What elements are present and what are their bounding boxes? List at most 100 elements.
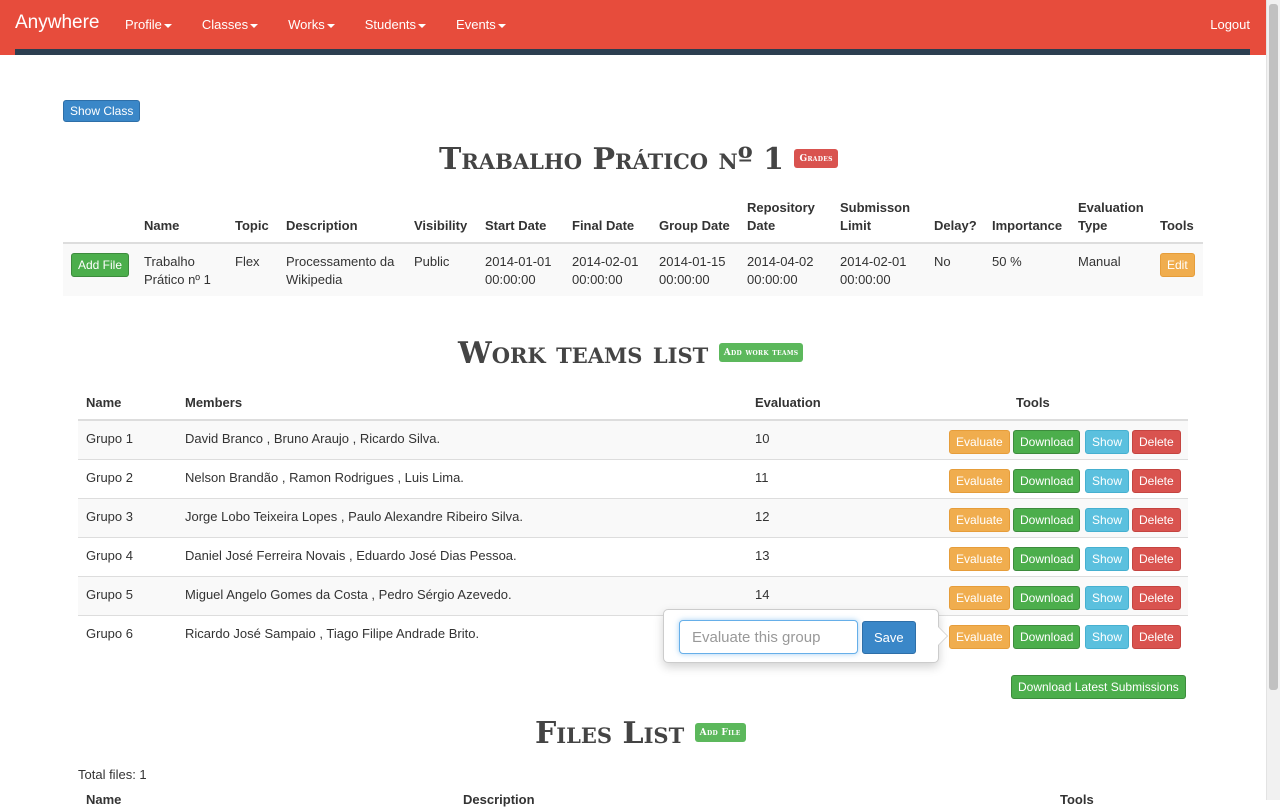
- save-evaluation-button[interactable]: Save: [862, 621, 916, 654]
- total-files-count: Total files: 1: [78, 767, 147, 782]
- show-button[interactable]: Show: [1085, 508, 1130, 532]
- brand-link[interactable]: Anywhere: [15, 12, 100, 34]
- th-description: Description: [286, 218, 358, 233]
- show-button[interactable]: Show: [1085, 625, 1130, 649]
- nav-students-label: Students: [364, 17, 417, 32]
- caret-down-icon: [418, 23, 427, 28]
- show-button[interactable]: Show: [1085, 430, 1130, 454]
- work-importance: 50 %: [992, 254, 1022, 269]
- scrollbar-thumb[interactable]: [1269, 4, 1278, 690]
- work-name-line1: Trabalho: [144, 254, 195, 269]
- team-members: Miguel Angelo Gomes da Costa , Pedro Sér…: [185, 587, 512, 602]
- team-evaluation: 12: [755, 509, 770, 524]
- th-name: Name: [144, 218, 180, 233]
- team-members: Nelson Brandão , Ramon Rodrigues , Luis …: [185, 470, 464, 485]
- teams-th-tools: Tools: [1016, 395, 1050, 410]
- work-start-date: 2014-01-01 00:00:00: [485, 253, 552, 289]
- team-name: Grupo 2: [86, 470, 133, 485]
- work-final-date-day: 2014-02-01: [572, 254, 639, 269]
- team-name: Grupo 5: [86, 587, 133, 602]
- nav-works-label: Works: [288, 17, 325, 32]
- add-file-label-button[interactable]: Add File: [694, 722, 746, 742]
- work-title-heading: Trabalho Prático nº 1 Grades: [439, 142, 838, 177]
- download-button[interactable]: Download: [1013, 547, 1081, 571]
- team-name: Grupo 6: [86, 626, 133, 641]
- nav-profile-label: Profile: [125, 17, 162, 32]
- evaluate-button[interactable]: Evaluate: [949, 469, 1010, 493]
- evaluate-group-input[interactable]: [679, 620, 858, 654]
- show-class-button[interactable]: Show Class: [63, 100, 141, 122]
- popover-arrow-fill: [938, 627, 947, 645]
- teams-th-members: Members: [185, 395, 243, 410]
- files-th-description: Description: [463, 792, 535, 807]
- team-members: Jorge Lobo Teixeira Lopes , Paulo Alexan…: [185, 509, 523, 524]
- th-submission-limit: Submisson Limit: [840, 199, 910, 235]
- th-tools: Tools: [1160, 218, 1194, 233]
- nav-profile-menu[interactable]: Profile: [110, 0, 187, 50]
- team-name: Grupo 4: [86, 548, 133, 563]
- th-visibility: Visibility: [414, 218, 468, 233]
- th-evaluation-type: Evaluation Type: [1078, 199, 1144, 235]
- th-delay: Delay?: [934, 218, 977, 233]
- work-delay: No: [934, 254, 951, 269]
- download-button[interactable]: Download: [1013, 430, 1081, 454]
- teams-th-name: Name: [86, 395, 122, 410]
- table-row-divider: [78, 459, 1188, 460]
- delete-button[interactable]: Delete: [1132, 469, 1181, 493]
- download-button[interactable]: Download: [1013, 469, 1081, 493]
- th-submission-limit-line2: Limit: [840, 218, 872, 233]
- add-file-button[interactable]: Add File: [71, 253, 130, 277]
- th-importance: Importance: [992, 218, 1063, 233]
- teams-th-evaluation: Evaluation: [755, 395, 821, 410]
- logout-link[interactable]: Logout: [1210, 17, 1250, 32]
- work-description-line1: Processamento da: [286, 254, 395, 269]
- evaluate-button[interactable]: Evaluate: [949, 508, 1010, 532]
- nav-events-label: Events: [456, 17, 496, 32]
- caret-down-icon: [163, 23, 172, 28]
- th-repository-date-line1: Repository: [747, 200, 815, 215]
- navbar-divider: [15, 49, 1250, 55]
- show-button[interactable]: Show: [1085, 469, 1130, 493]
- delete-button[interactable]: Delete: [1132, 508, 1181, 532]
- team-name: Grupo 1: [86, 431, 133, 446]
- work-submission-limit: 2014-02-01 00:00:00: [840, 253, 907, 289]
- evaluate-button[interactable]: Evaluate: [949, 625, 1010, 649]
- download-button[interactable]: Download: [1013, 625, 1081, 649]
- nav-events-menu[interactable]: Events: [441, 0, 521, 50]
- work-topic: Flex: [235, 254, 260, 269]
- nav-works-menu[interactable]: Works: [273, 0, 350, 50]
- delete-button[interactable]: Delete: [1132, 430, 1181, 454]
- delete-button[interactable]: Delete: [1132, 625, 1181, 649]
- add-work-teams-button[interactable]: Add work teams: [718, 342, 804, 362]
- th-evaluation-type-line2: Type: [1078, 218, 1108, 233]
- th-topic: Topic: [235, 218, 269, 233]
- evaluate-button[interactable]: Evaluate: [949, 547, 1010, 571]
- show-button[interactable]: Show: [1085, 586, 1130, 610]
- main-nav: Profile Classes Works Students Events: [110, 0, 521, 50]
- team-evaluation: 13: [755, 548, 770, 563]
- team-evaluation: 14: [755, 587, 770, 602]
- show-button[interactable]: Show: [1085, 547, 1130, 571]
- th-repository-date-line2: Date: [747, 218, 776, 233]
- work-submission-limit-day: 2014-02-01: [840, 254, 907, 269]
- delete-button[interactable]: Delete: [1132, 547, 1181, 571]
- evaluate-button[interactable]: Evaluate: [949, 586, 1010, 610]
- team-members: David Branco , Bruno Araujo , Ricardo Si…: [185, 431, 441, 446]
- nav-classes-label: Classes: [201, 17, 249, 32]
- download-button[interactable]: Download: [1013, 586, 1081, 610]
- nav-students-menu[interactable]: Students: [350, 0, 441, 50]
- work-description-line2: Wikipedia: [286, 272, 343, 287]
- grades-label[interactable]: Grades: [794, 148, 838, 168]
- edit-work-button[interactable]: Edit: [1160, 253, 1195, 277]
- vertical-scrollbar[interactable]: [1266, 0, 1280, 800]
- nav-classes-menu[interactable]: Classes: [187, 0, 273, 50]
- team-evaluation: 11: [755, 470, 769, 485]
- delete-button[interactable]: Delete: [1132, 586, 1181, 610]
- download-latest-submissions-button[interactable]: Download Latest Submissions: [1011, 675, 1186, 699]
- evaluate-button[interactable]: Evaluate: [949, 430, 1010, 454]
- download-button[interactable]: Download: [1013, 508, 1081, 532]
- team-members: Daniel José Ferreira Novais , Eduardo Jo…: [185, 548, 517, 563]
- work-evaluation-type: Manual: [1078, 254, 1121, 269]
- th-start-date: Start Date: [485, 218, 547, 233]
- files-list-title: Files List: [535, 716, 685, 751]
